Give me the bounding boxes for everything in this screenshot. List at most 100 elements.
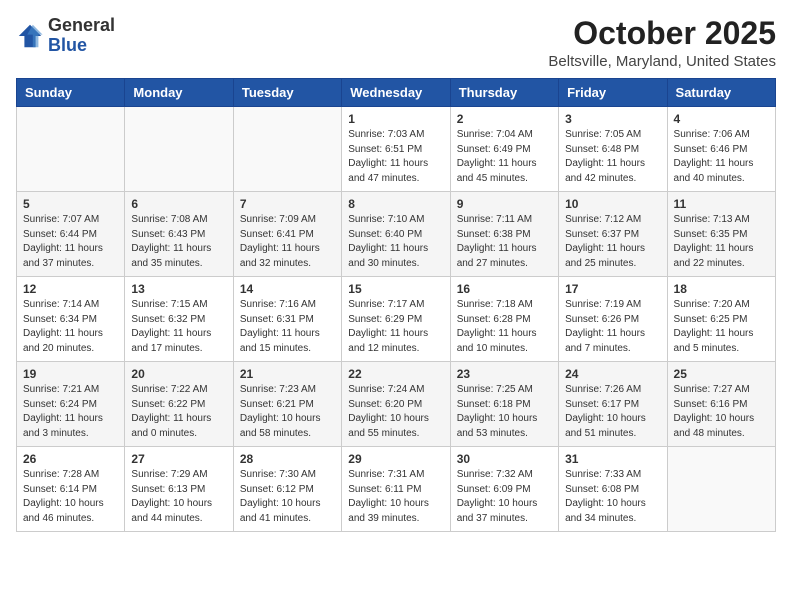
table-row: 2 Sunrise: 7:04 AM Sunset: 6:49 PM Daylig…: [450, 107, 558, 192]
calendar-table: Sunday Monday Tuesday Wednesday Thursday…: [16, 78, 776, 532]
header-thursday: Thursday: [450, 79, 558, 107]
day-number: 4: [674, 112, 769, 126]
day-number: 30: [457, 452, 552, 466]
table-row: [17, 107, 125, 192]
table-row: 18 Sunrise: 7:20 AM Sunset: 6:25 PM Dayli…: [667, 277, 775, 362]
day-info: Sunrise: 7:14 AM Sunset: 6:34 PM Dayligh…: [23, 298, 118, 356]
day-number: 18: [674, 282, 769, 296]
calendar-week-2: 5Sunrise: 7:07 AM Sunset: 6:44 PM Daylig…: [17, 192, 776, 277]
table-row: 20 Sunrise: 7:22 AM Sunset: 6:22 PM Dayli…: [125, 362, 233, 447]
table-row: 21 Sunrise: 7:23 AM Sunset: 6:21 PM Dayli…: [233, 362, 341, 447]
table-row: 26 Sunrise: 7:28 AM Sunset: 6:14 PM Dayli…: [17, 447, 125, 532]
day-number: 6: [131, 197, 226, 211]
table-row: 3 Sunrise: 7:05 AM Sunset: 6:48 PM Daylig…: [559, 107, 667, 192]
day-info: Sunrise: 7:05 AM Sunset: 6:48 PM Dayligh…: [565, 128, 660, 186]
day-number: 7: [240, 197, 335, 211]
day-info: Sunrise: 7:18 AM Sunset: 6:28 PM Dayligh…: [457, 298, 552, 356]
day-number: 1: [348, 112, 443, 126]
day-info: Sunrise: 7:19 AM Sunset: 6:26 PM Dayligh…: [565, 298, 660, 356]
logo-text: General Blue: [48, 16, 115, 56]
location-title: Beltsville, Maryland, United States: [548, 53, 776, 70]
day-info: Sunrise: 7:08 AM Sunset: 6:43 PM Dayligh…: [131, 213, 226, 271]
day-info: Sunrise: 7:29 AM Sunset: 6:13 PM Dayligh…: [131, 468, 226, 526]
day-number: 20: [131, 367, 226, 381]
page-container: General Blue October 2025 Beltsville, Ma…: [16, 16, 776, 532]
day-info: Sunrise: 7:22 AM Sunset: 6:22 PM Dayligh…: [131, 383, 226, 441]
day-info: Sunrise: 7:26 AM Sunset: 6:17 PM Dayligh…: [565, 383, 660, 441]
header: General Blue October 2025 Beltsville, Ma…: [16, 16, 776, 70]
table-row: 13 Sunrise: 7:15 AM Sunset: 6:32 PM Dayli…: [125, 277, 233, 362]
day-number: 14: [240, 282, 335, 296]
table-row: 30 Sunrise: 7:32 AM Sunset: 6:09 PM Dayli…: [450, 447, 558, 532]
table-row: 15Sunrise: 7:17 AM Sunset: 6:29 PM Dayli…: [342, 277, 450, 362]
calendar-week-4: 19 Sunrise: 7:21 AM Sunset: 6:24 PM Dayli…: [17, 362, 776, 447]
day-info: Sunrise: 7:12 AM Sunset: 6:37 PM Dayligh…: [565, 213, 660, 271]
day-number: 11: [674, 197, 769, 211]
day-number: 22: [348, 367, 443, 381]
header-wednesday: Wednesday: [342, 79, 450, 107]
day-number: 8: [348, 197, 443, 211]
logo-icon: [16, 22, 44, 50]
day-info: Sunrise: 7:15 AM Sunset: 6:32 PM Dayligh…: [131, 298, 226, 356]
day-info: Sunrise: 7:06 AM Sunset: 6:46 PM Dayligh…: [674, 128, 769, 186]
day-number: 13: [131, 282, 226, 296]
day-number: 5: [23, 197, 118, 211]
table-row: 17 Sunrise: 7:19 AM Sunset: 6:26 PM Dayli…: [559, 277, 667, 362]
day-info: Sunrise: 7:13 AM Sunset: 6:35 PM Dayligh…: [674, 213, 769, 271]
table-row: [233, 107, 341, 192]
title-area: October 2025 Beltsville, Maryland, Unite…: [548, 16, 776, 70]
header-tuesday: Tuesday: [233, 79, 341, 107]
calendar-header-row: Sunday Monday Tuesday Wednesday Thursday…: [17, 79, 776, 107]
day-number: 26: [23, 452, 118, 466]
day-info: Sunrise: 7:25 AM Sunset: 6:18 PM Dayligh…: [457, 383, 552, 441]
calendar-week-3: 12 Sunrise: 7:14 AM Sunset: 6:34 PM Dayli…: [17, 277, 776, 362]
day-info: Sunrise: 7:21 AM Sunset: 6:24 PM Dayligh…: [23, 383, 118, 441]
day-info: Sunrise: 7:03 AM Sunset: 6:51 PM Dayligh…: [348, 128, 443, 186]
table-row: 22 Sunrise: 7:24 AM Sunset: 6:20 PM Dayli…: [342, 362, 450, 447]
day-number: 12: [23, 282, 118, 296]
month-title: October 2025: [548, 16, 776, 51]
table-row: 6 Sunrise: 7:08 AM Sunset: 6:43 PM Daylig…: [125, 192, 233, 277]
day-info: Sunrise: 7:04 AM Sunset: 6:49 PM Dayligh…: [457, 128, 552, 186]
day-info: Sunrise: 7:11 AM Sunset: 6:38 PM Dayligh…: [457, 213, 552, 271]
logo-general: General: [48, 15, 115, 35]
day-number: 2: [457, 112, 552, 126]
table-row: 31Sunrise: 7:33 AM Sunset: 6:08 PM Dayli…: [559, 447, 667, 532]
day-number: 24: [565, 367, 660, 381]
table-row: 8 Sunrise: 7:10 AM Sunset: 6:40 PM Daylig…: [342, 192, 450, 277]
day-number: 19: [23, 367, 118, 381]
day-info: Sunrise: 7:23 AM Sunset: 6:21 PM Dayligh…: [240, 383, 335, 441]
table-row: 25Sunrise: 7:27 AM Sunset: 6:16 PM Dayli…: [667, 362, 775, 447]
table-row: 1 Sunrise: 7:03 AM Sunset: 6:51 PM Daylig…: [342, 107, 450, 192]
table-row: 5Sunrise: 7:07 AM Sunset: 6:44 PM Daylig…: [17, 192, 125, 277]
day-info: Sunrise: 7:16 AM Sunset: 6:31 PM Dayligh…: [240, 298, 335, 356]
day-number: 25: [674, 367, 769, 381]
day-info: Sunrise: 7:24 AM Sunset: 6:20 PM Dayligh…: [348, 383, 443, 441]
table-row: 4 Sunrise: 7:06 AM Sunset: 6:46 PM Daylig…: [667, 107, 775, 192]
table-row: 24 Sunrise: 7:26 AM Sunset: 6:17 PM Dayli…: [559, 362, 667, 447]
day-number: 31: [565, 452, 660, 466]
day-number: 17: [565, 282, 660, 296]
day-info: Sunrise: 7:10 AM Sunset: 6:40 PM Dayligh…: [348, 213, 443, 271]
table-row: 23Sunrise: 7:25 AM Sunset: 6:18 PM Dayli…: [450, 362, 558, 447]
table-row: 27 Sunrise: 7:29 AM Sunset: 6:13 PM Dayli…: [125, 447, 233, 532]
table-row: 28Sunrise: 7:30 AM Sunset: 6:12 PM Dayli…: [233, 447, 341, 532]
table-row: 19 Sunrise: 7:21 AM Sunset: 6:24 PM Dayli…: [17, 362, 125, 447]
table-row: 10 Sunrise: 7:12 AM Sunset: 6:37 PM Dayli…: [559, 192, 667, 277]
table-row: 29Sunrise: 7:31 AM Sunset: 6:11 PM Dayli…: [342, 447, 450, 532]
day-number: 21: [240, 367, 335, 381]
day-info: Sunrise: 7:20 AM Sunset: 6:25 PM Dayligh…: [674, 298, 769, 356]
logo: General Blue: [16, 16, 115, 56]
day-number: 29: [348, 452, 443, 466]
day-number: 3: [565, 112, 660, 126]
table-row: 14 Sunrise: 7:16 AM Sunset: 6:31 PM Dayli…: [233, 277, 341, 362]
table-row: [667, 447, 775, 532]
day-info: Sunrise: 7:28 AM Sunset: 6:14 PM Dayligh…: [23, 468, 118, 526]
day-number: 27: [131, 452, 226, 466]
day-number: 10: [565, 197, 660, 211]
table-row: 7Sunrise: 7:09 AM Sunset: 6:41 PM Daylig…: [233, 192, 341, 277]
day-number: 28: [240, 452, 335, 466]
day-info: Sunrise: 7:32 AM Sunset: 6:09 PM Dayligh…: [457, 468, 552, 526]
calendar-week-1: 1 Sunrise: 7:03 AM Sunset: 6:51 PM Daylig…: [17, 107, 776, 192]
header-friday: Friday: [559, 79, 667, 107]
